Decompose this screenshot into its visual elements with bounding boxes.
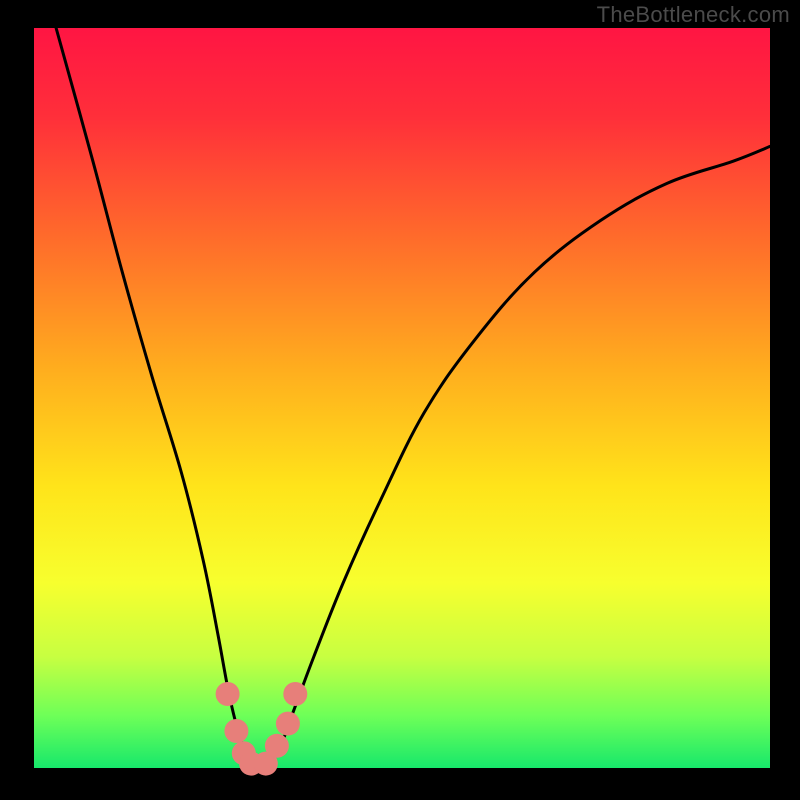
curve-marker xyxy=(265,734,289,758)
curve-marker xyxy=(216,682,240,706)
curve-marker xyxy=(276,712,300,736)
watermark-text: TheBottleneck.com xyxy=(597,2,790,28)
plot-background xyxy=(34,28,770,768)
curve-marker xyxy=(283,682,307,706)
chart-stage: TheBottleneck.com xyxy=(0,0,800,800)
curve-marker xyxy=(224,719,248,743)
bottleneck-chart xyxy=(0,0,800,800)
